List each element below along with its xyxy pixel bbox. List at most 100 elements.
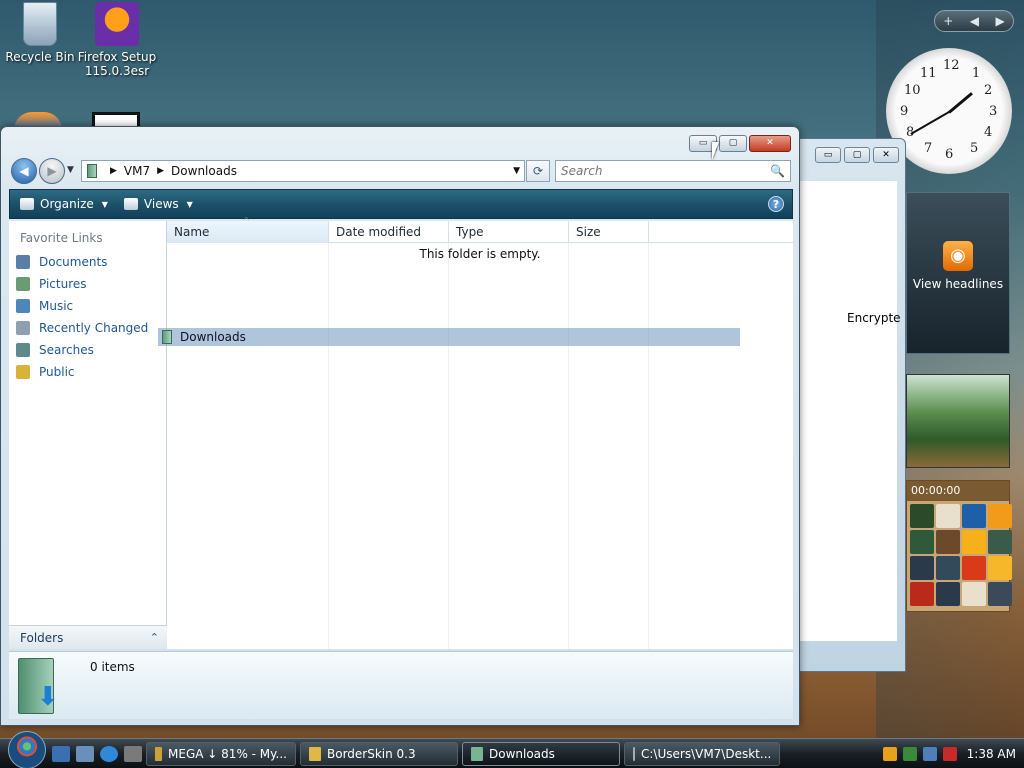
puzzle-tile[interactable] [988,504,1012,528]
puzzle-tile[interactable] [962,530,986,554]
details-pane: ⬇ 0 items [9,651,793,719]
address-bar[interactable]: ▶ VM7 ▶ Downloads ▼ [81,160,525,182]
task-label: BorderSkin 0.3 [327,746,416,761]
show-desktop-icon[interactable] [52,745,70,762]
pictures-icon [16,277,30,291]
views-label: Views [143,197,179,211]
switch-windows-icon[interactable] [76,745,94,762]
puzzle-tile[interactable] [962,582,986,606]
favorite-links-header: Favorite Links [20,231,103,245]
puzzle-tile[interactable] [936,530,960,554]
close-button[interactable]: ✕ [749,135,791,152]
windows-update-icon[interactable] [902,746,917,761]
nav-link-searches[interactable]: Searches [9,339,166,361]
minute-hand [910,111,950,135]
recycle-bin-icon[interactable]: Recycle Bin [0,2,80,64]
organize-button[interactable]: Organize ▼ [20,197,108,211]
search-input[interactable] [561,164,761,178]
nav-link-recently-changed[interactable]: Recently Changed [9,317,166,339]
prev-gadget-button[interactable]: ◀ [970,14,979,28]
clock-number: 4 [984,125,993,140]
column-header-size[interactable]: Size [569,221,649,243]
puzzle-tile[interactable] [936,504,960,528]
views-icon [123,198,138,210]
maximize-button[interactable]: ▢ [719,135,747,152]
search-box[interactable]: 🔍 [555,160,791,182]
puzzle-tile[interactable] [910,530,934,554]
puzzle-tile[interactable] [988,582,1012,606]
start-button[interactable] [8,730,46,768]
maximize-button[interactable]: ▢ [844,147,870,163]
folders-toggle[interactable]: Folders ⌃ [9,625,167,649]
taskbar-button-command-prompt[interactable]: C:\Users\VM7\Deskt... [624,741,780,766]
firefox-installer-icon [95,2,139,46]
clock-number: 2 [984,83,993,98]
puzzle-tile[interactable] [910,504,934,528]
puzzle-tile[interactable] [988,556,1012,580]
task-label: Downloads [489,746,555,761]
task-label: MEGA ↓ 81% - My... [168,746,287,761]
clock-number: 3 [989,104,998,119]
folder-icon [87,164,97,178]
clock-number: 1 [972,66,981,81]
views-button[interactable]: Views ▼ [123,197,193,211]
nav-link-documents[interactable]: Documents [9,251,166,273]
clock-number: 11 [920,66,937,81]
recent-pages-dropdown[interactable]: ▼ [67,165,74,175]
navigation-pane: Favorite Links Documents Pictures Music … [9,221,167,649]
refresh-button[interactable]: ⟳ [526,160,550,182]
chevron-down-icon: ▼ [186,199,193,209]
taskbar-button-borderskin[interactable]: BorderSkin 0.3 [300,741,458,766]
slideshow-gadget[interactable] [906,374,1010,468]
security-shield-icon[interactable] [882,746,897,761]
breadcrumb-downloads[interactable]: Downloads [171,164,237,178]
mega-app-icon [155,746,163,761]
nav-link-public[interactable]: Public [9,361,166,383]
close-button[interactable]: ✕ [873,147,899,163]
sidebar-controls: + ◀ ▶ [934,10,1014,32]
system-clock[interactable]: 1:38 AM [967,747,1016,761]
dragged-item-downloads[interactable]: Downloads [158,328,740,346]
address-dropdown[interactable]: ▼ [513,166,520,176]
next-gadget-button[interactable]: ▶ [996,14,1005,28]
taskbar: MEGA ↓ 81% - My... BorderSkin 0.3 Downlo… [0,730,1024,768]
forward-button[interactable]: ▶ [39,158,65,184]
add-gadget-button[interactable]: + [943,14,953,28]
quick-launch-icon[interactable] [124,745,142,762]
chevron-up-icon: ⌃ [149,631,159,644]
taskbar-button-downloads[interactable]: Downloads [462,741,620,766]
firefox-setup-icon[interactable]: Firefox Setup 115.0.3esr [77,2,157,78]
volume-muted-icon[interactable] [942,746,957,761]
recycle-bin-label: Recycle Bin [5,50,75,64]
nav-link-music[interactable]: Music [9,295,166,317]
column-header-name[interactable]: ^ Name [167,216,329,243]
file-list[interactable]: ^ Name Date modified Type Size This fold… [167,216,793,649]
search-icon[interactable]: 🔍 [770,164,785,178]
clock-number: 7 [924,141,933,156]
taskbar-button-mega[interactable]: MEGA ↓ 81% - My... [146,741,296,766]
puzzle-tile[interactable] [962,556,986,580]
puzzle-tile[interactable] [988,530,1012,554]
feed-headlines-gadget[interactable]: ◉ View headlines [906,192,1010,354]
explorer-window[interactable]: ▭ ▢ ✕ ◀ ▶ ▼ ▶ VM7 ▶ Downloads ▼ ⟳ 🔍 Orga… [0,126,800,726]
puzzle-tile[interactable] [936,582,960,606]
column-header-date-modified[interactable]: Date modified [329,221,449,243]
puzzle-tile[interactable] [962,504,986,528]
back-button[interactable]: ◀ [11,158,37,184]
breadcrumb-separator[interactable]: ▶ [157,166,164,176]
puzzle-tile[interactable] [936,556,960,580]
folder-icon [309,746,321,761]
breadcrumb-vm7[interactable]: VM7 [124,164,150,178]
minimize-button[interactable]: ▭ [815,147,841,163]
encrypted-column-header[interactable]: Encrypte [847,311,901,325]
puzzle-tile[interactable] [910,556,934,580]
network-icon[interactable] [922,746,937,761]
clock-number: 10 [904,83,921,98]
internet-explorer-icon[interactable] [100,745,118,762]
nav-link-pictures[interactable]: Pictures [9,273,166,295]
help-button[interactable]: ? [768,196,784,212]
puzzle-tile[interactable] [910,582,934,606]
picture-puzzle-gadget[interactable]: 00:00:00 [906,480,1012,612]
breadcrumb-separator[interactable]: ▶ [110,166,117,176]
column-header-type[interactable]: Type [449,221,569,243]
